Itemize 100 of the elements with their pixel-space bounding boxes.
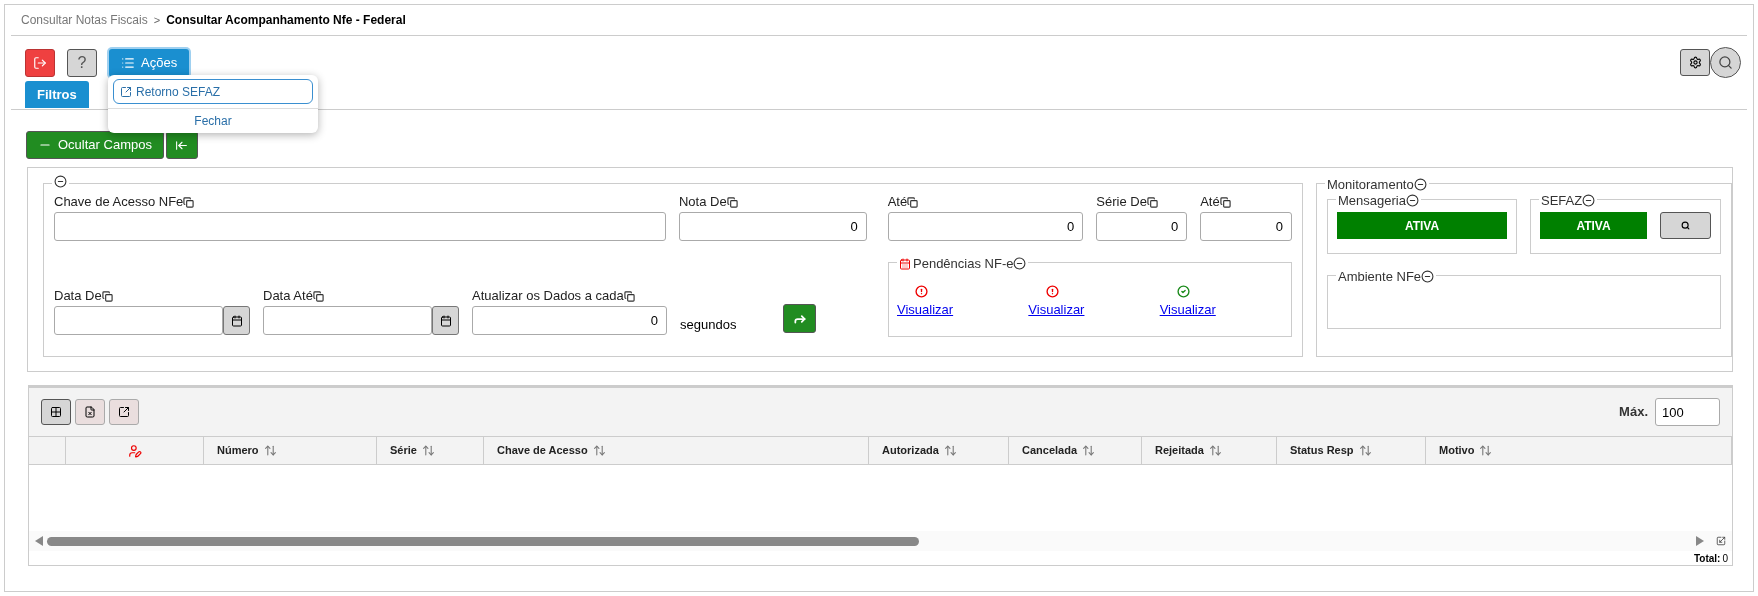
breadcrumb-link[interactable]: Consultar Notas Fiscais (21, 11, 148, 29)
calendar-icon (230, 314, 243, 327)
input-field[interactable] (263, 306, 432, 335)
total-count: 0 (1722, 551, 1728, 566)
max-rows-field[interactable]: 100 (1655, 398, 1720, 426)
sort-icon[interactable] (263, 444, 277, 457)
copy-icon (623, 290, 635, 302)
column-header[interactable]: Rejeitada (1155, 442, 1204, 459)
alert-icon (1045, 285, 1059, 298)
search-button[interactable] (1660, 212, 1711, 239)
menu-item[interactable]: Retorno SEFAZ (113, 79, 313, 104)
scroll-right-icon[interactable] (1696, 536, 1704, 546)
page-title: Consultar Acompanhamento Nfe - Federal (166, 12, 406, 29)
copy-icon (312, 290, 324, 302)
collapse-icon[interactable] (1413, 178, 1427, 192)
field-label: Série De (1096, 193, 1147, 212)
unit-label: segundos (680, 315, 737, 334)
section-title: Ambiente NFe (1338, 268, 1422, 286)
input-field[interactable]: 0 (1096, 212, 1188, 241)
calendar-button[interactable] (223, 306, 250, 335)
close-menu-item[interactable]: Fechar (194, 112, 232, 130)
section-title: Mensageria (1338, 192, 1406, 210)
list-icon (121, 55, 135, 70)
column-header[interactable]: Cancelada (1022, 442, 1078, 459)
expand-icon (118, 406, 130, 418)
scrollbar-thumb[interactable] (47, 536, 919, 546)
hide-fields-button[interactable]: Ocultar Campos (26, 131, 164, 159)
sort-icon[interactable] (1358, 444, 1372, 457)
field-label: Atualizar os Dados a cada (472, 287, 624, 306)
field-label: Data Até (263, 287, 313, 306)
column-header[interactable]: Série (390, 442, 417, 459)
status-badge: ATIVA (1337, 212, 1507, 239)
column-header[interactable]: Chave de Acesso (497, 442, 588, 459)
input-field[interactable]: 0 (1200, 212, 1292, 241)
scroll-left-icon[interactable] (35, 536, 43, 546)
total-label: Total: (1693, 551, 1721, 566)
sort-icon[interactable] (592, 444, 606, 457)
search-button[interactable] (1710, 47, 1741, 78)
exit-button[interactable] (25, 48, 55, 77)
settings-icon (1688, 56, 1702, 69)
collapse-icon[interactable] (1421, 270, 1435, 284)
collapse-icon[interactable] (1013, 257, 1027, 271)
copy-icon (1146, 196, 1158, 208)
excel-export-button[interactable] (75, 399, 105, 425)
check-icon (1177, 285, 1191, 298)
section-title: Pendências NF-e (913, 255, 1014, 273)
arrow-left-icon (175, 138, 189, 152)
excel-file-icon (84, 406, 96, 418)
filters-tab[interactable]: Filtros (25, 81, 89, 108)
status-badge: ATIVA (1540, 212, 1647, 239)
breadcrumb-separator: > (153, 12, 161, 28)
grid-view-button[interactable] (41, 399, 71, 425)
alert-icon (914, 285, 928, 298)
settings-button[interactable] (1680, 49, 1710, 76)
field-label: Até (887, 193, 908, 212)
field-label: Nota De (678, 193, 727, 212)
input-field[interactable] (54, 306, 223, 335)
expand-button[interactable] (109, 399, 139, 425)
input-field[interactable]: 0 (887, 212, 1084, 241)
input-field[interactable]: 0 (678, 212, 867, 241)
grid-icon (50, 406, 62, 418)
section-title: SEFAZ (1541, 192, 1583, 210)
exit-icon (33, 55, 47, 70)
resize-icon[interactable] (1716, 536, 1726, 546)
copy-icon (101, 290, 113, 302)
column-header[interactable]: Status Resp (1290, 442, 1354, 459)
section-title: Monitoramento (1327, 176, 1414, 194)
collapse-icon[interactable] (1405, 194, 1419, 208)
field-label: Data De (54, 287, 102, 306)
calendar-button[interactable] (432, 306, 459, 335)
external-link-icon (120, 85, 132, 98)
field-label: Chave de Acesso NFe (54, 193, 184, 212)
user-edit-icon (127, 443, 142, 458)
calendar-icon (899, 257, 911, 270)
copy-icon (1219, 196, 1231, 208)
column-header[interactable]: Número (217, 442, 259, 459)
sort-icon[interactable] (421, 444, 435, 457)
collapse-icon[interactable] (54, 175, 67, 188)
sort-icon[interactable] (1479, 444, 1493, 457)
collapse-button[interactable] (165, 131, 198, 159)
copy-icon (183, 196, 195, 208)
search-icon (1681, 221, 1690, 230)
max-label: Máx. (1619, 403, 1648, 422)
sort-icon[interactable] (1208, 444, 1222, 457)
apply-button[interactable] (783, 304, 817, 333)
view-link[interactable]: Visualizar (1159, 300, 1216, 320)
help-button[interactable]: ? (67, 48, 97, 77)
sort-icon[interactable] (1082, 444, 1096, 457)
column-header[interactable]: Motivo (1439, 442, 1475, 459)
actions-button[interactable]: Ações (109, 48, 190, 77)
collapse-icon[interactable] (1582, 194, 1596, 208)
search-icon (1718, 55, 1733, 70)
copy-icon (726, 196, 738, 208)
sort-icon[interactable] (943, 444, 957, 457)
column-header[interactable]: Autorizada (882, 442, 939, 459)
view-link[interactable]: Visualizar (897, 300, 954, 320)
field-label: Até (1200, 193, 1220, 212)
input-field[interactable] (54, 212, 666, 241)
view-link[interactable]: Visualizar (1028, 300, 1085, 320)
input-field[interactable]: 0 (472, 306, 667, 335)
